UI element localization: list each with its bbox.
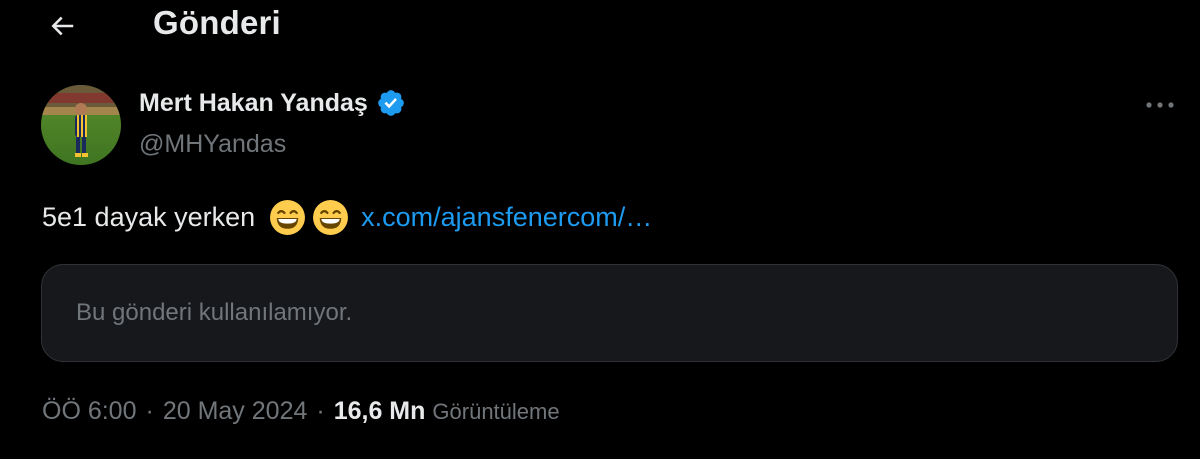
tweet-text: 5e1 dayak yerken x.com/ajansfenercom/… [42,199,652,236]
tweet-date[interactable]: 20 May 2024 [163,397,308,426]
grinning-face-emoji-icon [269,199,306,236]
tweet-metadata: ÖÖ 6:00 · 20 May 2024 · 16,6 Mn Görüntül… [42,397,560,426]
separator-dot: · [145,397,154,425]
author-name[interactable]: Mert Hakan Yandaş [139,88,406,118]
more-options-button[interactable] [1138,88,1182,122]
author-handle[interactable]: @MHYandas [139,130,286,159]
top-bar: Gönderi [0,0,1200,56]
verified-badge-icon[interactable] [376,88,406,118]
page-title: Gönderi [153,4,281,41]
back-button[interactable] [42,6,82,46]
views-label: Görüntüleme [432,399,560,424]
tweet-time[interactable]: ÖÖ 6:00 [42,397,137,426]
views-count[interactable]: 16,6 Mn [334,397,426,426]
separator-dot: · [316,397,325,425]
tweet-link[interactable]: x.com/ajansfenercom/… [361,202,652,233]
avatar[interactable] [41,85,121,165]
profile-photo [41,85,121,165]
unavailable-message: Bu gönderi kullanılamıyor. [76,299,353,326]
grinning-face-emoji-icon [312,199,349,236]
author-name-text: Mert Hakan Yandaş [139,88,368,117]
arrow-left-icon [47,11,77,41]
more-horizontal-icon [1143,100,1177,110]
tweet-body: 5e1 dayak yerken [42,202,256,232]
quoted-post-unavailable-card: Bu gönderi kullanılamıyor. [41,264,1178,362]
